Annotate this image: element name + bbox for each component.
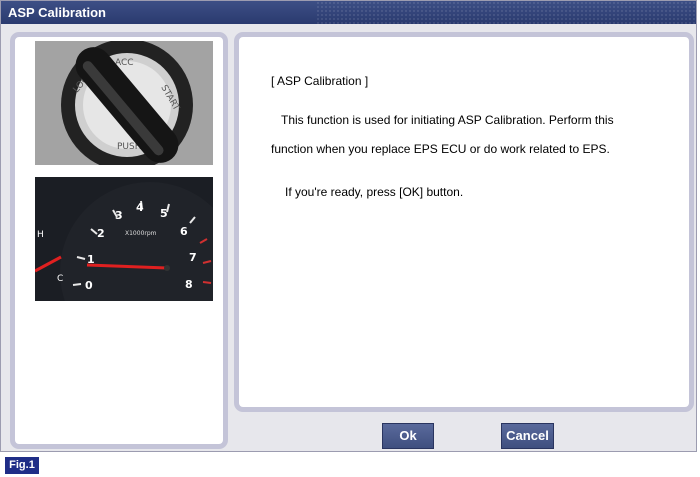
tach-number-6: 6 [180, 225, 188, 238]
temp-label-h: H [37, 230, 44, 240]
title-bar: ASP Calibration [1, 1, 696, 24]
ignition-key-image: LOCK ACC START PUSH [35, 41, 213, 165]
message-line-3: If you're ready, press [OK] button. [285, 185, 464, 199]
tachometer-image: 0 1 2 3 4 5 6 7 8 X1000rpm H C [35, 177, 213, 301]
message-line-2: function when you replace EPS ECU or do … [271, 142, 610, 156]
message-heading: [ ASP Calibration ] [271, 74, 369, 88]
cancel-button[interactable]: Cancel [501, 423, 554, 449]
message-line-1: This function is used for initiating ASP… [281, 113, 614, 127]
tach-unit: X1000rpm [125, 230, 157, 237]
tach-number-8: 8 [185, 278, 193, 291]
figure-label: Fig.1 [5, 457, 39, 474]
tach-number-5: 5 [160, 207, 168, 220]
asp-calibration-dialog: ASP Calibration LOCK ACC START PUSH 0 1 … [0, 0, 697, 452]
title-bar-pattern [316, 1, 696, 24]
tach-number-7: 7 [189, 251, 197, 264]
temp-label-c: C [57, 274, 63, 284]
tach-number-4: 4 [136, 201, 144, 214]
image-panel: LOCK ACC START PUSH 0 1 2 3 4 5 6 7 8 X1… [10, 32, 228, 449]
ok-button[interactable]: Ok [382, 423, 434, 449]
tach-number-3: 3 [115, 209, 123, 222]
tach-number-0: 0 [85, 279, 93, 292]
message-panel: [ ASP Calibration ] This function is use… [234, 32, 694, 412]
window-title: ASP Calibration [8, 5, 107, 20]
tach-number-2: 2 [97, 227, 105, 240]
